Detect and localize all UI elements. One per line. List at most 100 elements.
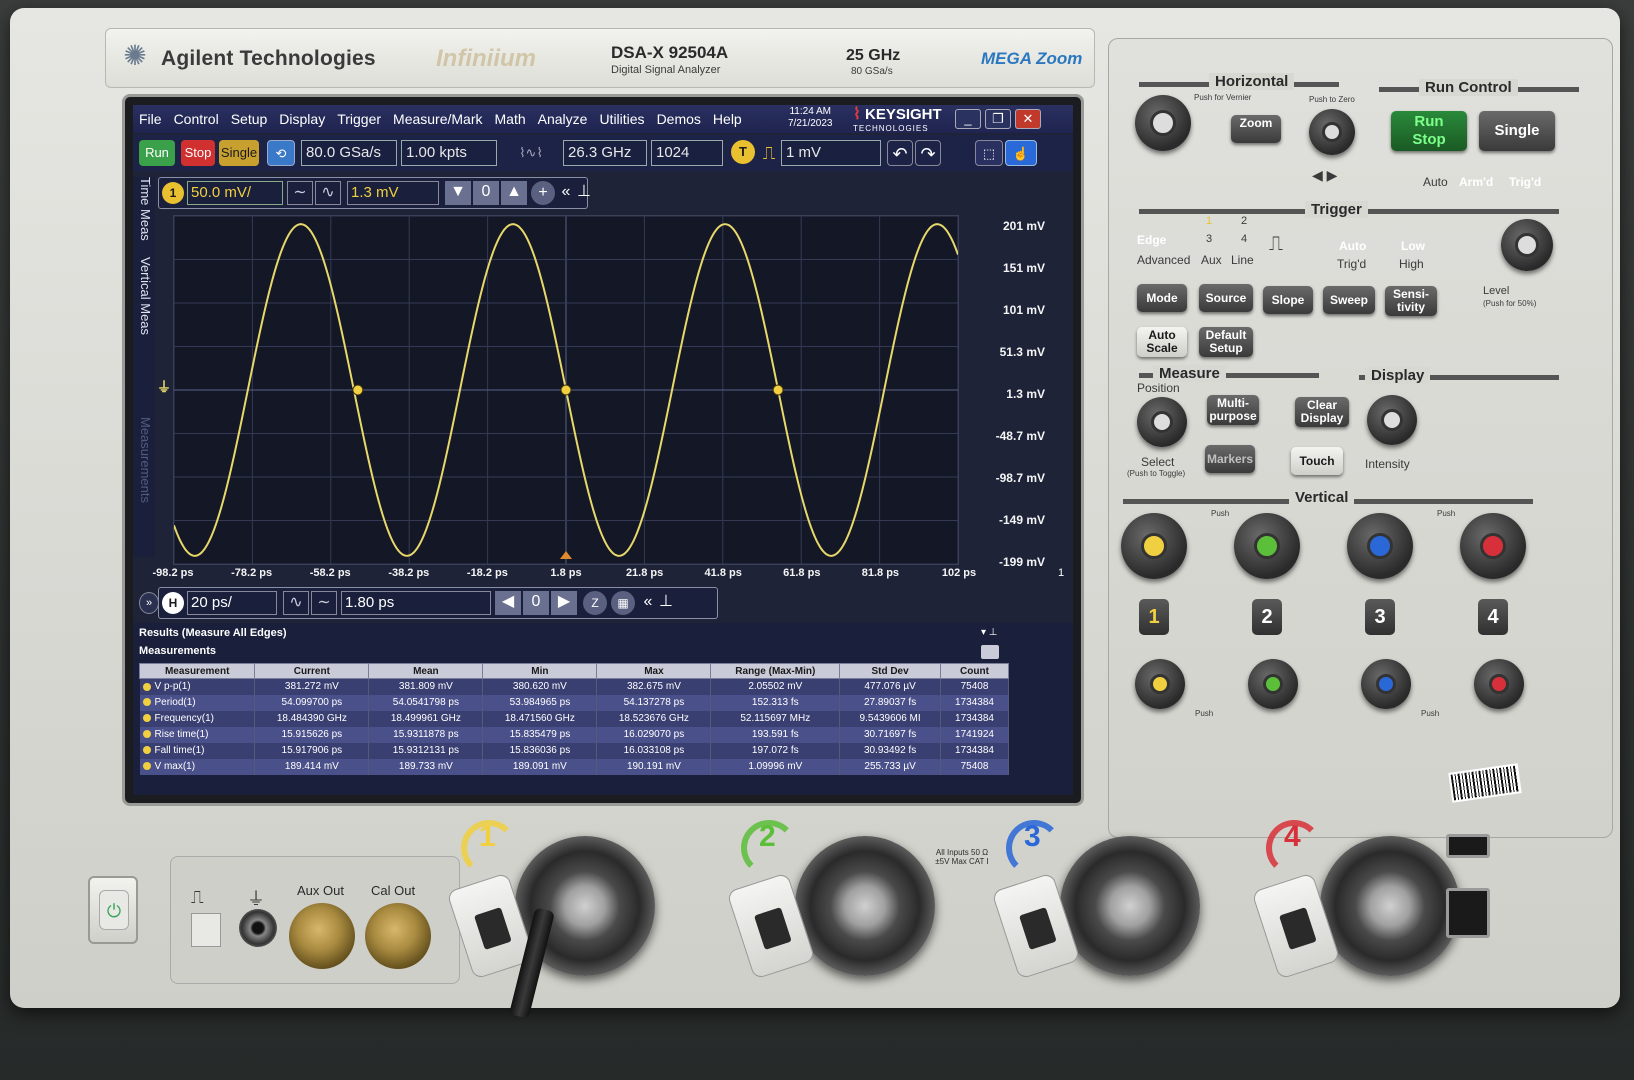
table-header[interactable]: Max (596, 663, 712, 679)
table-header[interactable]: Mean (368, 663, 484, 679)
grid-icon[interactable]: ▦ (611, 591, 635, 615)
channel-2-offset-knob[interactable] (1248, 659, 1298, 709)
cal-out-connector[interactable] (365, 903, 431, 969)
measure-position-knob[interactable] (1137, 397, 1187, 447)
table-row[interactable]: Frequency(1) 18.484390 GHz 18.499961 GHz 18… (139, 710, 1009, 727)
horizontal-badge[interactable]: H (162, 592, 184, 614)
aux-out-connector[interactable] (289, 903, 355, 969)
trigger-level-field[interactable]: 1 mV (781, 140, 881, 166)
h-mode-b-icon[interactable]: ∼ (311, 591, 337, 615)
table-header[interactable]: Current (254, 663, 370, 679)
coupling-dc-icon[interactable]: ∿ (315, 181, 341, 205)
table-row[interactable]: V max(1) 189.414 mV 189.733 mV 189.091 mV 19… (139, 758, 1009, 775)
default-setup-button[interactable]: Default Setup (1199, 327, 1253, 357)
trigger-level-knob[interactable] (1501, 219, 1553, 271)
channel-2-button[interactable]: 2 (1252, 599, 1282, 635)
trigger-icon[interactable]: T (731, 140, 755, 164)
table-row[interactable]: Fall time(1) 15.917906 ps 15.9312131 ps 15.… (139, 742, 1009, 759)
restore-button[interactable]: ❐ (985, 109, 1011, 129)
horizontal-position-field[interactable]: 1.80 ps (341, 591, 491, 615)
usb-port-2[interactable] (1446, 888, 1490, 938)
vertical-offset-field[interactable]: 1.3 mV (347, 181, 439, 205)
table-header[interactable]: Range (Max-Min) (710, 663, 841, 679)
intensity-knob[interactable] (1367, 395, 1417, 445)
probe-comp-terminal[interactable] (191, 913, 221, 947)
bandwidth-field[interactable]: 26.3 GHz (563, 140, 647, 166)
menu-item[interactable]: Demos (651, 111, 707, 127)
memory-depth-field[interactable]: 1.00 kpts (401, 140, 497, 166)
menu-item[interactable]: Setup (225, 111, 274, 127)
menu-item[interactable]: Analyze (532, 111, 594, 127)
horizontal-scale-field[interactable]: 20 ps/ (187, 591, 277, 615)
usb-port-1[interactable] (1446, 834, 1490, 858)
channel-3-scale-knob[interactable] (1347, 513, 1413, 579)
menu-item[interactable]: File (133, 111, 168, 127)
table-header[interactable]: Std Dev (839, 663, 941, 679)
channel-3-offset-knob[interactable] (1361, 659, 1411, 709)
tab-vertical-meas[interactable]: Vertical Meas (135, 257, 153, 335)
trigger-sweep-button[interactable]: Sweep (1323, 286, 1375, 314)
h-pin-icon[interactable]: ⊥ (659, 591, 673, 615)
expand-icon[interactable]: » (139, 592, 159, 614)
undo-icon[interactable]: ↶ (887, 140, 913, 166)
channel-1-offset-knob[interactable] (1135, 659, 1185, 709)
power-button[interactable]: ⏻ (88, 876, 138, 944)
menu-item[interactable]: Math (489, 111, 532, 127)
menu-item[interactable]: Measure/Mark (387, 111, 488, 127)
table-row[interactable]: V p-p(1) 381.272 mV 381.809 mV 380.620 mV 38… (139, 678, 1009, 695)
vertical-scale-field[interactable]: 50.0 mV/ (187, 181, 283, 205)
run-button[interactable]: Run (139, 140, 175, 166)
collapse-icon[interactable]: « (557, 181, 575, 205)
offset-up-button[interactable]: ▲ (501, 181, 527, 205)
menu-item[interactable]: Display (273, 111, 331, 127)
menu-item[interactable]: Help (707, 111, 748, 127)
table-header[interactable]: Count (940, 663, 1009, 679)
sample-rate-field[interactable]: 80.0 GSa/s (301, 140, 397, 166)
tab-measurements[interactable]: Measurements (135, 417, 153, 503)
h-mode-a-icon[interactable]: ∿ (283, 591, 309, 615)
clear-display-button[interactable]: Clear Display (1295, 397, 1349, 427)
single-button-panel[interactable]: Single (1479, 111, 1555, 151)
channel-4-scale-knob[interactable] (1460, 513, 1526, 579)
table-row[interactable]: Rise time(1) 15.915626 ps 15.9311878 ps 15.… (139, 726, 1009, 743)
trigger-source-button[interactable]: Source (1199, 284, 1253, 312)
pin-icon[interactable]: ⊥ (577, 181, 591, 205)
touch-mode-icon[interactable]: ☝ (1005, 140, 1037, 166)
zoom-icon[interactable]: Z (583, 591, 607, 615)
auto-scale-button[interactable]: Auto Scale (1137, 327, 1187, 357)
ground-reference-marker[interactable]: ⏚ (157, 377, 171, 397)
multipurpose-button[interactable]: Multi-purpose (1207, 395, 1259, 425)
channel-4-input-connector[interactable] (1320, 836, 1460, 976)
channel-4-offset-knob[interactable] (1474, 659, 1524, 709)
horizontal-position-knob[interactable] (1309, 109, 1355, 155)
acquisition-icon[interactable]: ⟲ (267, 140, 295, 166)
channel-badge[interactable]: 1 (162, 182, 184, 204)
channel-1-button[interactable]: 1 (1139, 599, 1169, 635)
position-zero-button[interactable]: 0 (523, 591, 549, 615)
trigger-position-marker[interactable] (560, 551, 572, 559)
averages-field[interactable]: 1024 (651, 140, 723, 166)
results-settings-icon[interactable] (981, 645, 999, 659)
coupling-ac-icon[interactable]: ∼ (287, 181, 313, 205)
position-left-button[interactable]: ◀ (495, 591, 521, 615)
offset-zero-button[interactable]: 0 (473, 181, 499, 205)
run-stop-button[interactable]: Run Stop (1391, 111, 1467, 151)
zoom-mode-icon[interactable]: ⬚ (975, 140, 1003, 166)
table-header[interactable]: Measurement (138, 663, 256, 679)
menu-item[interactable]: Control (168, 111, 225, 127)
offset-down-button[interactable]: ▼ (445, 181, 471, 205)
zoom-button[interactable]: Zoom (1231, 115, 1281, 143)
trigger-slope-button[interactable]: Slope (1263, 286, 1313, 314)
trigger-mode-button[interactable]: Mode (1137, 284, 1187, 312)
h-collapse-icon[interactable]: « (639, 591, 657, 615)
channel-2-scale-knob[interactable] (1234, 513, 1300, 579)
table-row[interactable]: Period(1) 54.099700 ps 54.0541798 ps 53.984… (139, 694, 1009, 711)
close-button[interactable]: ✕ (1015, 109, 1041, 129)
menu-item[interactable]: Utilities (593, 111, 650, 127)
channel-2-input-connector[interactable] (795, 836, 935, 976)
channel-4-button[interactable]: 4 (1478, 599, 1508, 635)
tab-time-meas[interactable]: Time Meas (135, 177, 153, 241)
channel-3-input-connector[interactable] (1060, 836, 1200, 976)
channel-3-button[interactable]: 3 (1365, 599, 1395, 635)
table-header[interactable]: Min (482, 663, 598, 679)
